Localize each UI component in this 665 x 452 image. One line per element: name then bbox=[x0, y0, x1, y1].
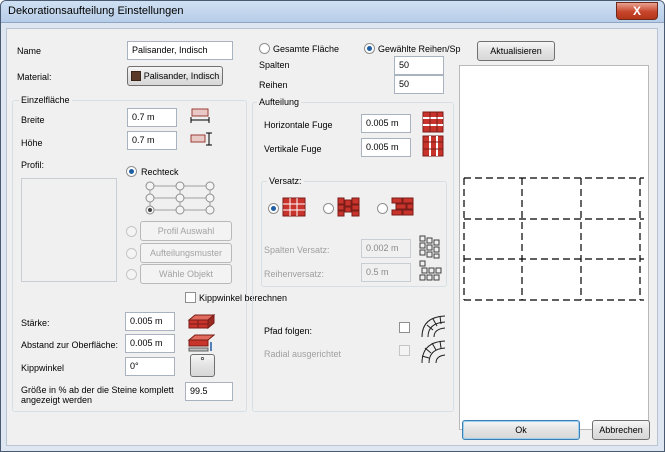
material-swatch-icon bbox=[130, 71, 141, 81]
versatz-row-radio[interactable] bbox=[377, 203, 388, 214]
hoehe-field[interactable]: 0.7 m bbox=[127, 131, 177, 150]
title-bar[interactable]: Dekorationsaufteilung Einstellungen X bbox=[1, 1, 664, 23]
window-title: Dekorationsaufteilung Einstellungen bbox=[8, 5, 184, 17]
aktualisieren-button[interactable]: Aktualisieren bbox=[477, 41, 555, 61]
radial-ausgerichtet-checkbox[interactable] bbox=[399, 345, 410, 356]
waehle-objekt-radio[interactable] bbox=[126, 269, 137, 280]
spalten-label: Spalten bbox=[259, 60, 290, 70]
material-button-label: Palisander, Indisch bbox=[143, 71, 220, 81]
kippwinkel-berechnen-checkbox[interactable] bbox=[185, 292, 196, 303]
versatz-title: Versatz: bbox=[267, 176, 304, 186]
material-button[interactable]: Palisander, Indisch bbox=[127, 66, 223, 86]
groesse-field[interactable]: 99.5 bbox=[185, 382, 233, 401]
brick-thickness-icon bbox=[187, 313, 215, 330]
profil-label: Profil: bbox=[21, 160, 45, 170]
radial-ausgerichtet-label: Radial ausgerichtet bbox=[264, 349, 342, 359]
einzelflaeche-title: Einzelfläche bbox=[19, 95, 72, 105]
gesamte-flaeche-label: Gesamte Fläche bbox=[273, 44, 340, 54]
abstand-field[interactable]: 0.005 m bbox=[125, 334, 175, 353]
horizontale-fuge-label: Horizontale Fuge bbox=[264, 120, 333, 130]
vertikale-fuge-field[interactable]: 0.005 m bbox=[361, 138, 411, 157]
abstand-label: Abstand zur Oberfläche: bbox=[21, 340, 119, 350]
aufteilungsmuster-button[interactable]: Aufteilungsmuster bbox=[140, 243, 232, 263]
versatz-column-radio[interactable] bbox=[323, 203, 334, 214]
running-bond-icon bbox=[391, 197, 414, 216]
layout-preview-canvas bbox=[459, 65, 649, 430]
abbrechen-button[interactable]: Abbrechen bbox=[592, 420, 650, 440]
gewaehlte-reihen-label: Gewählte Reihen/Sp bbox=[378, 44, 461, 54]
kippwinkel-degree-button[interactable]: ° bbox=[190, 354, 215, 377]
close-button[interactable]: X bbox=[616, 2, 658, 20]
path-follow-icon bbox=[421, 315, 446, 338]
stack-bond-icon bbox=[282, 197, 306, 217]
spalten-versatz-label: Spalten Versatz: bbox=[264, 245, 330, 255]
rechteck-label: Rechteck bbox=[141, 167, 179, 177]
gewaehlte-reihen-radio[interactable] bbox=[364, 43, 375, 54]
name-label: Name bbox=[17, 46, 42, 56]
spalten-field[interactable]: 50 bbox=[394, 56, 444, 75]
column-offset-bond-icon bbox=[337, 197, 360, 217]
profil-auswahl-radio[interactable] bbox=[126, 226, 137, 237]
breite-label: Breite bbox=[21, 115, 45, 125]
profile-preview-box bbox=[21, 178, 117, 282]
spalten-versatz-field[interactable]: 0.002 m bbox=[361, 239, 411, 258]
dialog-window: Dekorationsaufteilung Einstellungen X Na… bbox=[0, 0, 665, 452]
reihenversatz-label: Reihenversatz: bbox=[264, 269, 325, 279]
kippwinkel-field[interactable]: 0° bbox=[125, 357, 175, 376]
name-field[interactable]: Palisander, Indisch bbox=[127, 41, 233, 60]
material-label: Material: bbox=[17, 72, 52, 82]
hoehe-label: Höhe bbox=[21, 138, 43, 148]
width-dimension-icon bbox=[190, 108, 210, 123]
horizontal-joint-icon bbox=[422, 111, 444, 133]
profil-auswahl-button[interactable]: Profil Auswahl bbox=[140, 221, 232, 241]
reihenversatz-field[interactable]: 0.5 m bbox=[361, 263, 411, 282]
staerke-field[interactable]: 0.005 m bbox=[125, 312, 175, 331]
groesse-label-line2: angezeigt werden bbox=[21, 395, 93, 405]
radial-align-icon bbox=[421, 340, 446, 364]
tile-grid-preview bbox=[463, 177, 644, 301]
reihen-label: Reihen bbox=[259, 80, 288, 90]
aufteilung-title: Aufteilung bbox=[257, 97, 302, 107]
kippwinkel-label: Kippwinkel bbox=[21, 363, 65, 373]
vertical-joint-icon bbox=[422, 135, 444, 157]
reihen-field[interactable]: 50 bbox=[394, 75, 444, 94]
dialog-client-area: Name Palisander, Indisch Material: Palis… bbox=[6, 28, 658, 446]
rechteck-radio[interactable] bbox=[126, 166, 137, 177]
groesse-label-line1: Größe in % ab der die Steine komplett bbox=[21, 385, 174, 395]
ok-button[interactable]: Ok bbox=[462, 420, 580, 440]
horizontale-fuge-field[interactable]: 0.005 m bbox=[361, 114, 411, 133]
pfad-folgen-label: Pfad folgen: bbox=[264, 326, 313, 336]
aufteilungsmuster-radio[interactable] bbox=[126, 248, 137, 259]
row-offset-grid-icon bbox=[419, 260, 442, 281]
vertikale-fuge-label: Vertikale Fuge bbox=[264, 144, 322, 154]
pfad-folgen-checkbox[interactable] bbox=[399, 322, 410, 333]
breite-field[interactable]: 0.7 m bbox=[127, 108, 177, 127]
gesamte-flaeche-radio[interactable] bbox=[259, 43, 270, 54]
surface-distance-icon bbox=[187, 334, 215, 352]
anchor-point-grid[interactable] bbox=[143, 180, 217, 216]
column-offset-grid-icon bbox=[419, 235, 440, 259]
height-dimension-icon bbox=[190, 132, 212, 146]
versatz-none-radio[interactable] bbox=[268, 203, 279, 214]
waehle-objekt-button[interactable]: Wähle Objekt bbox=[140, 264, 232, 284]
staerke-label: Stärke: bbox=[21, 318, 50, 328]
